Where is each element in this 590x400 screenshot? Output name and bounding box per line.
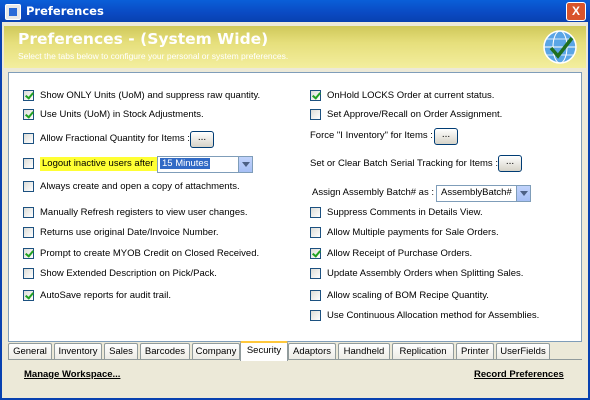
force-inventory-label: Force "I Inventory" for Items : xyxy=(310,130,433,141)
option-label: AutoSave reports for audit trail. xyxy=(40,290,171,301)
checkbox[interactable] xyxy=(23,227,34,238)
option-label: Always create and open a copy of attachm… xyxy=(40,181,240,192)
batch-serial-items-button[interactable]: ... xyxy=(498,155,522,172)
app-icon xyxy=(5,4,21,20)
chevron-down-icon[interactable] xyxy=(238,157,252,172)
tab-replication[interactable]: Replication xyxy=(392,343,454,359)
logout-timeout-select[interactable]: 15 Minutes xyxy=(157,156,253,173)
option-label: Use Continuous Allocation method for Ass… xyxy=(327,310,540,321)
tab-strip-baseline xyxy=(8,359,582,360)
option-label: Allow Receipt of Purchase Orders. xyxy=(327,248,473,259)
header-banner: Preferences - (System Wide) Select the t… xyxy=(4,26,586,68)
checkbox[interactable] xyxy=(23,207,34,218)
checkbox[interactable] xyxy=(310,207,321,218)
checkbox[interactable] xyxy=(310,227,321,238)
option-label: Allow Fractional Quantity for Items : xyxy=(40,133,190,144)
batch-serial-label: Set or Clear Batch Serial Tracking for I… xyxy=(310,158,498,169)
option-label: Logout inactive users after : xyxy=(40,157,161,171)
tab-printer[interactable]: Printer xyxy=(456,343,494,359)
option-label: Suppress Comments in Details View. xyxy=(327,207,483,218)
globe-check-icon xyxy=(543,30,577,64)
checkbox[interactable] xyxy=(310,268,321,279)
manage-workspace-link[interactable]: Manage Workspace... xyxy=(24,369,120,380)
assembly-batch-select[interactable]: AssemblyBatch# xyxy=(436,185,531,202)
checkbox[interactable] xyxy=(23,90,34,101)
tab-barcodes[interactable]: Barcodes xyxy=(140,343,190,359)
option-label: Manually Refresh registers to view user … xyxy=(40,207,248,218)
checkbox[interactable] xyxy=(23,109,34,120)
close-button[interactable]: X xyxy=(566,2,586,21)
fractional-quantity-items-button[interactable]: ... xyxy=(190,131,214,148)
logout-timeout-value: 15 Minutes xyxy=(160,158,211,169)
window-title: Preferences xyxy=(26,4,104,18)
option-label: Allow scaling of BOM Recipe Quantity. xyxy=(327,290,489,301)
checkbox[interactable] xyxy=(23,268,34,279)
option-label: Returns use original Date/Invoice Number… xyxy=(40,227,219,238)
checkbox[interactable] xyxy=(23,158,34,169)
tab-inventory[interactable]: Inventory xyxy=(54,343,102,359)
option-label: Show Extended Description on Pick/Pack. xyxy=(40,268,217,279)
option-label: Allow Multiple payments for Sale Orders. xyxy=(327,227,499,238)
page-subtitle: Select the tabs below to configure your … xyxy=(18,51,289,61)
option-label: Set Approve/Recall on Order Assignment. xyxy=(327,109,503,120)
tab-security[interactable]: Security xyxy=(240,341,288,361)
assembly-batch-label: Assign Assembly Batch# as : xyxy=(312,187,434,198)
checkbox[interactable] xyxy=(310,90,321,101)
page-title: Preferences - (System Wide) xyxy=(18,30,269,48)
record-preferences-link[interactable]: Record Preferences xyxy=(474,369,564,380)
tab-adaptors[interactable]: Adaptors xyxy=(288,343,336,359)
checkbox[interactable] xyxy=(23,181,34,192)
tab-sales[interactable]: Sales xyxy=(104,343,138,359)
option-label: Prompt to create MYOB Credit on Closed R… xyxy=(40,248,260,259)
force-inventory-items-button[interactable]: ... xyxy=(434,128,458,145)
checkbox[interactable] xyxy=(23,248,34,259)
tab-general[interactable]: General xyxy=(8,343,52,359)
checkbox[interactable] xyxy=(310,290,321,301)
title-bar: Preferences X xyxy=(0,0,590,22)
tab-company[interactable]: Company xyxy=(192,343,240,359)
tab-handheld[interactable]: Handheld xyxy=(338,343,390,359)
checkbox[interactable] xyxy=(310,109,321,120)
tab-userfields[interactable]: UserFields xyxy=(496,343,550,359)
option-label: Update Assembly Orders when Splitting Sa… xyxy=(327,268,524,279)
option-label: Use Units (UoM) in Stock Adjustments. xyxy=(40,109,204,120)
option-label: OnHold LOCKS Order at current status. xyxy=(327,90,495,101)
assembly-batch-value: AssemblyBatch# xyxy=(441,187,512,198)
security-settings-panel: Show ONLY Units (UoM) and suppress raw q… xyxy=(8,72,582,342)
checkbox[interactable] xyxy=(310,310,321,321)
checkbox[interactable] xyxy=(23,133,34,144)
checkbox[interactable] xyxy=(310,248,321,259)
option-label: Show ONLY Units (UoM) and suppress raw q… xyxy=(40,90,261,101)
chevron-down-icon[interactable] xyxy=(516,186,530,201)
checkbox[interactable] xyxy=(23,290,34,301)
